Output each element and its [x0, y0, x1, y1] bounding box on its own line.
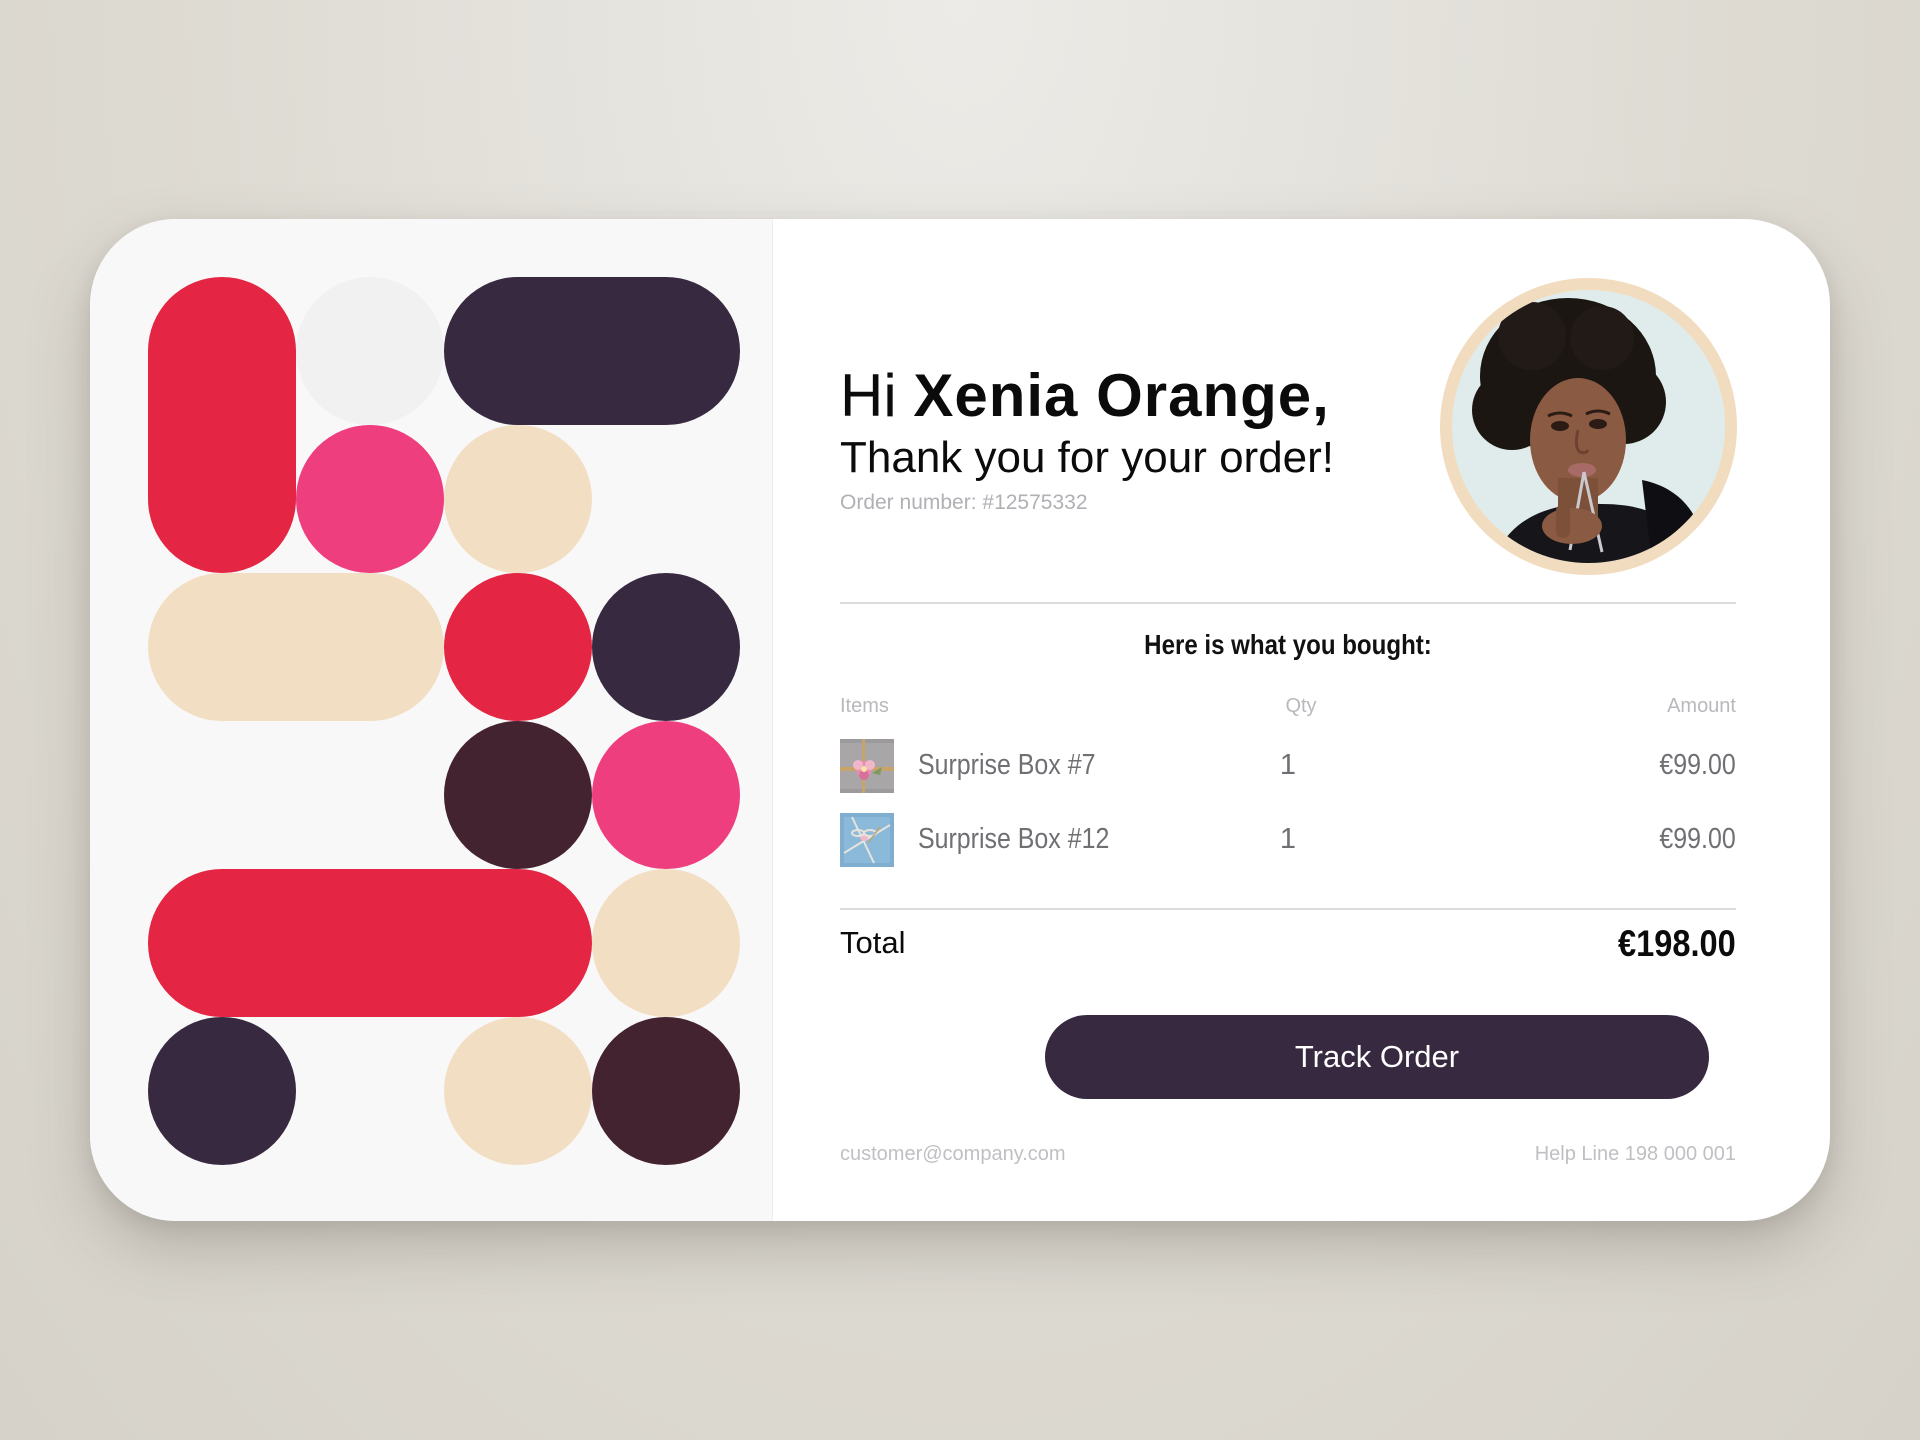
pattern-cream-circle: [444, 425, 592, 573]
section-divider: [840, 602, 1736, 604]
customer-name: Xenia Orange,: [913, 362, 1330, 429]
item-quantity: 1: [1279, 749, 1297, 781]
pattern-cream-circle: [592, 869, 740, 1017]
item-amount: €99.00: [1659, 823, 1736, 855]
item-name: Surprise Box #7: [918, 749, 1096, 781]
pattern-dark-maroon-circle: [592, 1017, 740, 1165]
order-number: Order number: #12575332: [840, 491, 1088, 514]
total-divider: [840, 908, 1736, 910]
greeting-heading: Hi Xenia Orange,: [840, 361, 1330, 431]
total-label: Total: [840, 925, 906, 960]
help-line: Help Line 198 000 001: [1534, 1143, 1736, 1165]
pattern-light-gray-circle: [296, 277, 444, 425]
pattern-red-circle: [444, 573, 592, 721]
pattern-dark-purple-circle: [592, 573, 740, 721]
greeting-prefix: Hi: [840, 362, 914, 429]
total-amount: €198.00: [1618, 923, 1736, 964]
customer-avatar: [1440, 278, 1737, 575]
order-summary-content: Hi Xenia Orange, Thank you for your orde…: [772, 219, 1830, 1221]
pattern-red-horizontal-pill: [148, 869, 592, 1017]
pattern-cream-horizontal-pill: [148, 573, 444, 721]
gift-box-flower-thumbnail-icon: [840, 739, 894, 793]
gift-box-blue-thumbnail-icon: [840, 813, 894, 867]
pattern-dark-purple-circle: [148, 1017, 296, 1165]
item-amount: €99.00: [1659, 749, 1736, 781]
decorative-pattern-panel: [90, 219, 773, 1221]
pattern-dark-maroon-circle: [444, 721, 592, 869]
item-quantity: 1: [1279, 823, 1297, 855]
track-order-button[interactable]: Track Order: [1045, 1015, 1709, 1099]
order-item-row: Surprise Box #12 1 €99.00: [840, 813, 1736, 869]
support-email-link[interactable]: customer@company.com: [840, 1143, 1066, 1166]
pattern-red-vertical-pill: [148, 277, 296, 573]
item-name: Surprise Box #12: [918, 823, 1110, 855]
pattern-pink-circle: [592, 721, 740, 869]
order-confirmation-card: Hi Xenia Orange, Thank you for your orde…: [90, 219, 1830, 1221]
column-header-amount: Amount: [1667, 695, 1736, 717]
thank-you-message: Thank you for your order!: [840, 433, 1335, 482]
purchased-items-heading: Here is what you bought:: [1144, 629, 1432, 660]
customer-photo-avatar-icon: [1452, 290, 1725, 563]
pattern-pink-circle: [296, 425, 444, 573]
pattern-dark-purple-horizontal-pill: [444, 277, 740, 425]
order-item-row: Surprise Box #7 1 €99.00: [840, 739, 1736, 795]
pattern-cream-circle: [444, 1017, 592, 1165]
